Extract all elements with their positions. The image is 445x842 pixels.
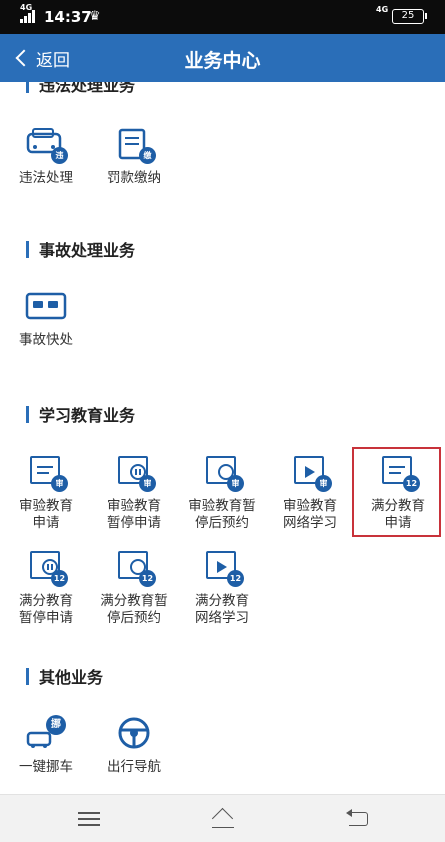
item-label: 出行导航 <box>107 759 161 775</box>
highlight-frame <box>352 447 441 537</box>
section-title-violation: 违法处理业务 <box>26 82 135 96</box>
section-title-accident: 事故处理业务 <box>26 237 135 261</box>
item-violation-handling[interactable]: 违 违法处理 <box>2 126 90 187</box>
item-label: 满分教育暂 停后预约 <box>100 593 168 626</box>
back-icon[interactable] <box>343 809 371 829</box>
status-bar: 4G 14:37 ♛ 4G 25 <box>0 0 445 34</box>
item-label: 满分教育 暂停申请 <box>19 593 73 626</box>
item-label: 审验教育 暂停申请 <box>107 498 161 531</box>
item-fine-payment[interactable]: 缴 罚款缴纳 <box>90 126 178 187</box>
item-label: 罚款缴纳 <box>107 170 161 186</box>
pause-document-icon: 审 <box>112 454 156 492</box>
item-label: 审验教育 网络学习 <box>283 498 337 531</box>
section-title-other: 其他业务 <box>26 664 103 688</box>
crown-icon: ♛ <box>89 9 101 24</box>
section-title-education: 学习教育业务 <box>26 402 135 426</box>
menu-icon[interactable] <box>76 809 104 829</box>
item-accident-quick[interactable]: 事故快处 <box>2 288 90 349</box>
pause-document-icon: 12 <box>24 549 68 587</box>
move-car-icon: 挪 <box>24 715 68 753</box>
accident-quick-icon <box>24 288 68 326</box>
clock-document-icon: 12 <box>112 549 156 587</box>
item-label: 满分教育 网络学习 <box>195 593 249 626</box>
item-review-edu-pause[interactable]: 审 审验教育 暂停申请 <box>90 454 178 532</box>
item-review-edu-appointment[interactable]: 审 审验教育暂 停后预约 <box>178 454 266 532</box>
section-bar <box>26 667 29 685</box>
document-icon: 审 <box>24 454 68 492</box>
steering-wheel-icon <box>112 715 156 753</box>
item-label: 审验教育 申请 <box>19 498 73 531</box>
item-move-car[interactable]: 挪 一键挪车 <box>2 715 90 776</box>
battery-level: 25 <box>401 10 415 21</box>
item-review-edu-online[interactable]: 审 审验教育 网络学习 <box>266 454 354 532</box>
item-navigation[interactable]: 出行导航 <box>90 715 178 776</box>
video-document-icon: 审 <box>288 454 332 492</box>
item-label: 事故快处 <box>19 332 73 348</box>
section-bar <box>26 405 29 423</box>
section-bar <box>26 82 29 93</box>
service-content[interactable]: 违法处理业务 违 违法处理 缴 罚款缴纳 事故处理业务 事故快处 学习教育业务 … <box>0 82 445 794</box>
item-review-edu-apply[interactable]: 审 审验教育 申请 <box>2 454 90 532</box>
item-full-score-edu-online[interactable]: 12 满分教育 网络学习 <box>178 549 266 627</box>
item-label: 一键挪车 <box>19 759 73 775</box>
item-label: 审验教育暂 停后预约 <box>188 498 256 531</box>
fine-payment-icon: 缴 <box>112 126 156 164</box>
item-full-score-edu-appointment[interactable]: 12 满分教育暂 停后预约 <box>90 549 178 627</box>
battery-icon: 25 <box>392 9 427 24</box>
home-icon[interactable] <box>209 809 237 829</box>
section-bar <box>26 240 29 258</box>
item-full-score-edu-pause[interactable]: 12 满分教育 暂停申请 <box>2 549 90 627</box>
signal-icon <box>20 9 40 23</box>
clock-document-icon: 审 <box>200 454 244 492</box>
clock-time: 14:37 <box>44 8 92 26</box>
network-type-right: 4G <box>376 5 389 14</box>
video-document-icon: 12 <box>200 549 244 587</box>
nav-bar: 返回 业务中心 <box>0 34 445 82</box>
page-title: 业务中心 <box>184 50 261 72</box>
car-violation-icon: 违 <box>24 126 68 164</box>
item-label: 违法处理 <box>19 170 73 186</box>
system-nav-bar <box>0 794 445 842</box>
